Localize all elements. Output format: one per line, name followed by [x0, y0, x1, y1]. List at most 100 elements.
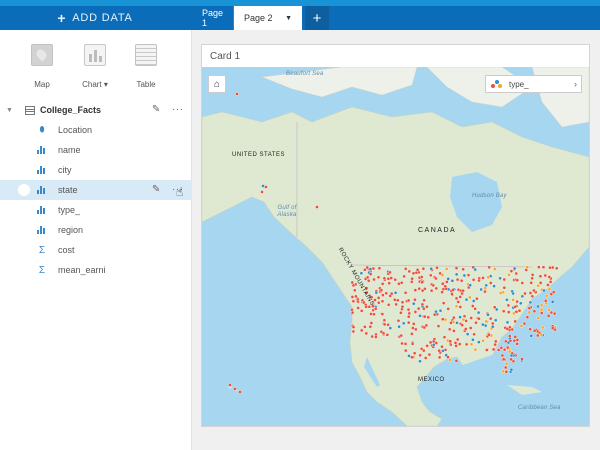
college-point[interactable] [513, 305, 517, 309]
college-point[interactable] [514, 271, 519, 276]
college-point[interactable] [500, 353, 505, 358]
college-point[interactable] [413, 327, 418, 332]
college-point[interactable] [370, 334, 374, 339]
college-point[interactable] [384, 291, 389, 295]
college-point[interactable] [520, 357, 524, 361]
college-point[interactable] [509, 357, 513, 362]
college-point[interactable] [547, 287, 552, 292]
college-point[interactable] [442, 335, 447, 340]
college-point[interactable] [426, 315, 431, 320]
college-point[interactable] [492, 305, 497, 309]
college-point[interactable] [374, 335, 378, 339]
college-point[interactable] [542, 288, 546, 293]
college-point[interactable] [350, 310, 355, 315]
college-point[interactable] [528, 291, 533, 295]
college-point[interactable] [471, 337, 475, 342]
college-point[interactable] [501, 309, 506, 313]
college-point[interactable] [458, 305, 463, 309]
field-type[interactable]: type_ [0, 200, 192, 220]
college-point[interactable] [449, 321, 453, 325]
college-point[interactable] [428, 273, 433, 278]
college-point[interactable] [520, 294, 525, 299]
college-point[interactable] [515, 338, 520, 342]
college-point[interactable] [552, 311, 557, 316]
college-point[interactable] [388, 270, 392, 275]
college-point[interactable] [363, 267, 367, 272]
tab-page-1[interactable]: Page 1 [192, 6, 234, 30]
college-point[interactable] [372, 277, 376, 282]
college-point[interactable] [444, 267, 449, 271]
college-point[interactable] [470, 304, 475, 308]
college-point[interactable] [413, 288, 418, 292]
college-point[interactable] [513, 335, 518, 339]
college-point[interactable] [525, 315, 530, 319]
college-point[interactable] [418, 313, 422, 318]
college-point[interactable] [484, 348, 489, 352]
college-point[interactable] [517, 308, 522, 313]
college-point[interactable] [498, 276, 502, 281]
college-point[interactable] [418, 353, 422, 358]
college-point[interactable] [315, 205, 319, 209]
college-point[interactable] [504, 370, 509, 374]
college-point[interactable] [438, 271, 442, 276]
college-point[interactable] [505, 297, 509, 302]
college-point[interactable] [455, 277, 460, 282]
field-state[interactable]: state ✎ ··· ☝ [0, 180, 192, 200]
college-point[interactable] [532, 309, 537, 313]
college-point[interactable] [409, 279, 414, 284]
college-point[interactable] [498, 291, 503, 295]
college-point[interactable] [385, 333, 390, 337]
college-point[interactable] [432, 312, 437, 317]
field-mean-earni[interactable]: Σ mean_earni [0, 260, 192, 280]
college-point[interactable] [487, 265, 492, 270]
college-point[interactable] [473, 267, 478, 272]
college-point[interactable] [454, 344, 458, 348]
college-point[interactable] [394, 302, 398, 307]
college-point[interactable] [515, 278, 520, 282]
college-point[interactable] [483, 289, 487, 294]
college-point[interactable] [525, 265, 530, 269]
college-point[interactable] [411, 271, 416, 276]
college-point[interactable] [368, 267, 373, 271]
college-point[interactable] [523, 291, 527, 296]
college-point[interactable] [435, 265, 439, 270]
college-point[interactable] [490, 324, 495, 329]
college-point[interactable] [389, 276, 393, 280]
college-point[interactable] [536, 316, 541, 320]
college-point[interactable] [450, 292, 454, 296]
college-point[interactable] [539, 307, 544, 312]
tab-page-2[interactable]: Page 2 ▼ [234, 6, 302, 30]
college-point[interactable] [228, 383, 232, 387]
college-point[interactable] [399, 280, 404, 285]
college-point[interactable] [543, 299, 548, 303]
college-point[interactable] [538, 281, 543, 285]
college-point[interactable] [436, 324, 441, 328]
college-point[interactable] [529, 281, 534, 285]
college-point[interactable] [541, 265, 546, 269]
college-point[interactable] [403, 348, 408, 353]
college-point[interactable] [512, 266, 517, 271]
college-point[interactable] [429, 288, 434, 293]
college-point[interactable] [410, 342, 415, 346]
college-point[interactable] [452, 329, 456, 333]
college-point[interactable] [438, 308, 443, 313]
college-point[interactable] [458, 315, 462, 319]
college-point[interactable] [386, 302, 391, 307]
college-point[interactable] [513, 319, 518, 324]
college-point[interactable] [501, 369, 506, 374]
college-point[interactable] [379, 288, 384, 292]
college-point[interactable] [463, 327, 468, 331]
college-point[interactable] [486, 275, 491, 280]
college-point[interactable] [364, 304, 368, 309]
college-point[interactable] [411, 326, 415, 330]
college-point[interactable] [455, 337, 460, 342]
college-point[interactable] [502, 347, 507, 352]
college-point[interactable] [403, 290, 408, 295]
legend-panel[interactable]: type_ › [485, 75, 582, 93]
college-point[interactable] [376, 296, 381, 300]
college-point[interactable] [400, 300, 405, 305]
college-point[interactable] [418, 359, 422, 364]
college-point[interactable] [532, 288, 536, 293]
college-point[interactable] [400, 304, 405, 309]
college-point[interactable] [547, 275, 552, 279]
